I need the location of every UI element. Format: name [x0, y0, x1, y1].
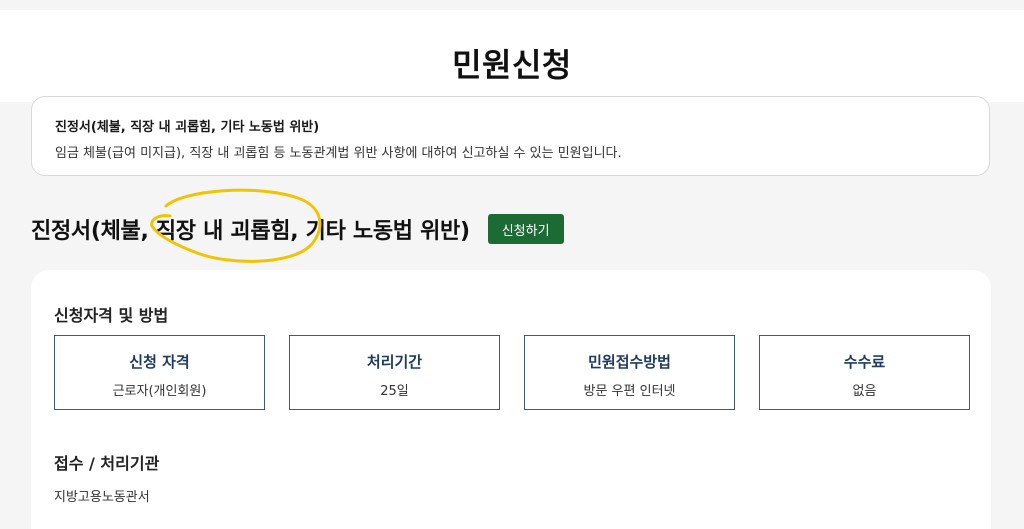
page: 민원신청 진정서(체불, 직장 내 괴롭힘, 기타 노동법 위반) 임금 체불(…	[0, 0, 1024, 529]
info-tiles: 신청 자격 근로자(개인회원) 처리기간 25일 민원접수방법 방문 우편 인터…	[54, 335, 970, 410]
tile-value: 없음	[852, 384, 877, 399]
tile-fee: 수수료 없음	[759, 335, 970, 410]
info-box: 진정서(체불, 직장 내 괴롭힘, 기타 노동법 위반) 임금 체불(급여 미지…	[31, 96, 990, 176]
header: 민원신청	[0, 10, 1024, 102]
info-description: 임금 체불(급여 미지급), 직장 내 괴롭힘 등 노동관계법 위반 사항에 대…	[55, 146, 622, 161]
tile-submission-method: 민원접수방법 방문 우편 인터넷	[524, 335, 735, 410]
tile-label: 민원접수방법	[588, 353, 671, 371]
agency-value: 지방고용노동관서	[54, 490, 150, 505]
tile-qualification: 신청 자격 근로자(개인회원)	[54, 335, 265, 410]
tile-value: 25일	[380, 384, 409, 399]
top-strip	[0, 0, 1024, 10]
page-title: 민원신청	[452, 46, 572, 84]
qualification-section-title: 신청자격 및 방법	[54, 306, 169, 325]
tile-label: 수수료	[843, 353, 886, 371]
tile-value: 방문 우편 인터넷	[583, 384, 676, 399]
apply-button[interactable]: 신청하기	[487, 214, 564, 244]
info-title: 진정서(체불, 직장 내 괴롭힘, 기타 노동법 위반)	[55, 120, 320, 135]
agency-section-title: 접수 / 처리기관	[54, 454, 160, 473]
tile-label: 신청 자격	[129, 353, 190, 371]
tile-processing-period: 처리기간 25일	[289, 335, 500, 410]
tile-label: 처리기간	[366, 353, 423, 371]
tile-value: 근로자(개인회원)	[112, 384, 207, 399]
main-heading-row: 진정서(체불, 직장 내 괴롭힘, 기타 노동법 위반) 신청하기	[31, 212, 564, 246]
detail-card: 신청자격 및 방법 신청 자격 근로자(개인회원) 처리기간 25일 민원접수방…	[31, 270, 991, 529]
main-heading: 진정서(체불, 직장 내 괴롭힘, 기타 노동법 위반)	[31, 219, 470, 244]
